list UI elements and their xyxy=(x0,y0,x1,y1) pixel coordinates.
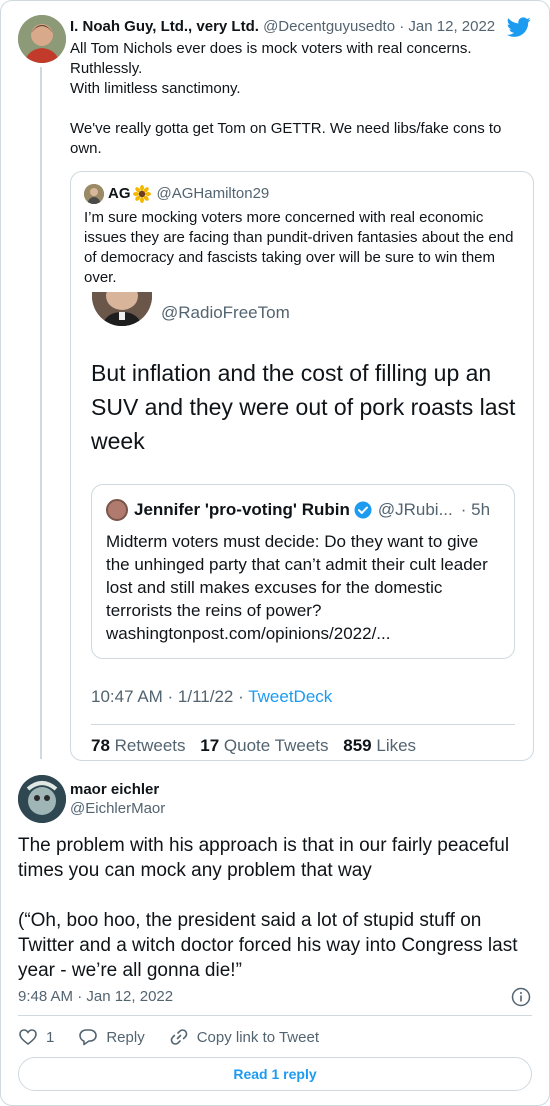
inner-quote-text: Midterm voters must decide: Do they want… xyxy=(106,532,488,643)
inner-quote-header: Jennifer 'pro-voting' Rubin @JRubi... · … xyxy=(106,499,490,521)
tweet-date[interactable]: Jan 12, 2022 xyxy=(408,18,495,35)
avatar xyxy=(106,499,128,521)
like-button[interactable]: 1 xyxy=(18,1027,54,1047)
twitter-bird-icon[interactable] xyxy=(507,15,531,39)
like-label: Likes xyxy=(376,736,417,755)
author-name: AG xyxy=(108,185,131,202)
author-handle[interactable]: @Decentguyusedto xyxy=(263,18,395,35)
screenshot-inner-quote: Jennifer 'pro-voting' Rubin @JRubi... · … xyxy=(91,484,515,659)
screenshot-stats: 78 Retweets 17 Quote Tweets 859 Likes xyxy=(91,736,416,756)
reply-label: Reply xyxy=(106,1028,145,1046)
screenshot-tweet-text: But inflation and the cost of filling up… xyxy=(91,360,516,454)
quoted-tweet-header: AG @AGHamilton29 xyxy=(84,184,269,204)
avatar xyxy=(84,184,104,204)
screenshot-author-handle: @RadioFreeTom xyxy=(161,303,290,322)
quoted-tweet-card[interactable]: AG @AGHamilton29 I’m sure mocking voters… xyxy=(70,171,534,761)
inner-quote-author-handle: @JRubi... xyxy=(377,500,453,519)
link-icon xyxy=(170,1029,188,1045)
divider xyxy=(91,724,515,725)
inner-quote-age: · 5h xyxy=(460,500,491,519)
divider xyxy=(18,1015,532,1016)
retweet-count: 78 xyxy=(91,736,110,755)
avatar[interactable] xyxy=(18,15,66,63)
inner-quote-author-name: Jennifer 'pro-voting' Rubin xyxy=(134,500,350,519)
quoted-tweet-text: I’m sure mocking voters more concerned w… xyxy=(84,209,514,286)
reply-author-handle[interactable]: @EichlerMaor xyxy=(70,800,165,817)
thread-connector xyxy=(40,67,42,759)
sunflower-icon xyxy=(132,185,151,203)
reply-button[interactable]: Reply xyxy=(78,1027,145,1047)
screenshot-source: TweetDeck xyxy=(248,687,333,706)
reply-timestamp[interactable]: 9:48 AM · Jan 12, 2022 xyxy=(18,988,173,1005)
like-count: 1 xyxy=(46,1028,55,1046)
reply-tweet-text: The problem with his approach is that in… xyxy=(18,835,518,981)
heart-icon xyxy=(19,1029,37,1046)
screenshot-timestamp: 10:47 AM · 1/11/22 · TweetDeck xyxy=(91,687,332,707)
author-handle: @AGHamilton29 xyxy=(156,185,270,202)
copy-link-label: Copy link to Tweet xyxy=(196,1028,319,1046)
read-replies-button[interactable]: Read 1 reply xyxy=(18,1057,532,1091)
reply-author-name[interactable]: maor eichler xyxy=(70,781,159,798)
retweet-label: Retweets xyxy=(114,736,186,755)
avatar[interactable] xyxy=(18,775,66,823)
avatar xyxy=(92,292,152,326)
quote-tweet-label: Quote Tweets xyxy=(223,736,329,755)
copy-link-button[interactable]: Copy link to Tweet xyxy=(169,1027,319,1047)
tweet-screenshot-image[interactable]: @RadioFreeTom But inflation and the cost… xyxy=(71,292,533,760)
screenshot-time-text: 10:47 AM · 1/11/22 · xyxy=(91,687,249,706)
parent-tweet-header: I. Noah Guy, Ltd., very Ltd. @Decentguyu… xyxy=(70,18,509,36)
verified-badge-icon xyxy=(354,501,372,519)
tweet-actions: 1 Reply Copy link to Tweet xyxy=(18,1027,343,1047)
reply-bubble-icon xyxy=(79,1029,98,1046)
like-count: 859 xyxy=(343,736,372,755)
tweet-embed-card: I. Noah Guy, Ltd., very Ltd. @Decentguyu… xyxy=(0,0,550,1106)
author-name[interactable]: I. Noah Guy, Ltd., very Ltd. xyxy=(70,18,259,35)
info-icon[interactable] xyxy=(511,987,531,1007)
quote-tweet-count: 17 xyxy=(200,736,220,755)
parent-tweet-text: All Tom Nichols ever does is mock voters… xyxy=(70,40,502,157)
